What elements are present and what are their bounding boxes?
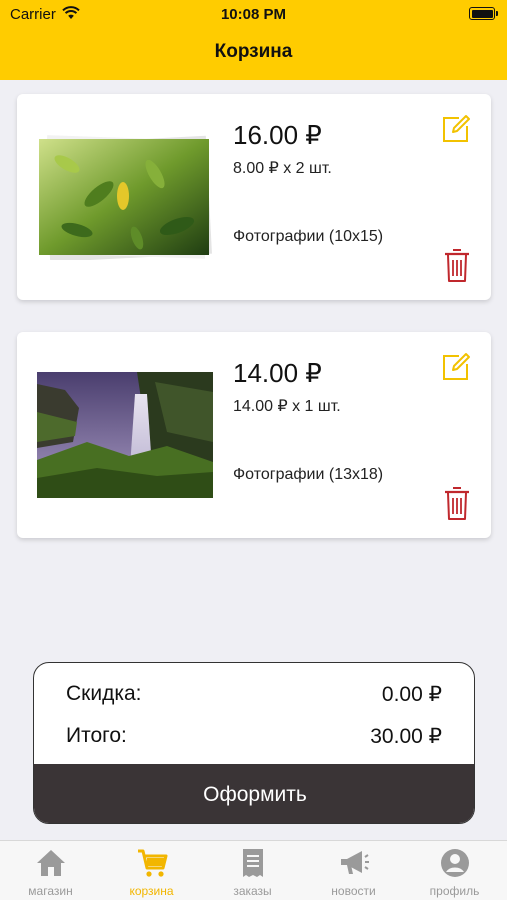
item-price: 14.00 ₽ [233, 358, 322, 388]
photo-thumbnail-waterfall [37, 372, 213, 498]
item-quantity: 8.00 ₽ x 2 шт. [233, 160, 332, 177]
top-bar: Carrier 10:08 PM Корзина [0, 0, 507, 80]
profile-icon [441, 849, 469, 877]
tab-label: новости [331, 884, 376, 898]
cart-icon [138, 849, 168, 877]
item-price: 16.00 ₽ [233, 120, 322, 150]
megaphone-icon [341, 851, 369, 874]
tab-label: заказы [233, 884, 272, 898]
cart-item[interactable]: 14.00 ₽ 14.00 ₽ x 1 шт. Фотографии (13x1… [17, 332, 491, 538]
home-icon [37, 850, 65, 876]
discount-label: Скидка: [66, 682, 142, 705]
orders-icon [243, 849, 263, 877]
trash-icon[interactable] [444, 485, 470, 521]
tab-cart[interactable]: корзина [101, 841, 202, 900]
tab-bar: магазин корзина заказы новости профиль [0, 840, 507, 900]
tab-profile[interactable]: профиль [404, 841, 505, 900]
order-summary: Скидка: 0.00 ₽ Итого: 30.00 ₽ Оформить [33, 662, 475, 824]
battery-icon [469, 7, 498, 20]
tab-orders[interactable]: заказы [202, 841, 303, 900]
photo-thumbnail-leaves [39, 135, 212, 260]
cart-item[interactable]: 16.00 ₽ 8.00 ₽ x 2 шт. Фотографии (10x15… [17, 94, 491, 300]
tab-label: профиль [429, 884, 480, 898]
tab-shop[interactable]: магазин [0, 841, 101, 900]
total-label: Итого: [66, 724, 127, 747]
status-bar: Carrier 10:08 PM [0, 0, 507, 30]
status-time: 10:08 PM [220, 6, 287, 23]
edit-icon[interactable] [441, 114, 471, 144]
tab-news[interactable]: новости [303, 841, 404, 900]
tab-label: корзина [129, 884, 174, 898]
total-value: 30.00 ₽ [370, 725, 442, 748]
edit-icon[interactable] [441, 352, 471, 382]
trash-icon[interactable] [444, 247, 470, 283]
discount-value: 0.00 ₽ [381, 683, 442, 706]
page-title: Корзина [214, 41, 293, 62]
item-product-name: Фотографии (13x18) [233, 466, 384, 483]
tab-label: магазин [28, 884, 73, 898]
checkout-button[interactable]: Оформить [34, 764, 474, 823]
item-quantity: 14.00 ₽ x 1 шт. [233, 398, 341, 415]
item-product-name: Фотографии (10x15) [233, 228, 384, 245]
